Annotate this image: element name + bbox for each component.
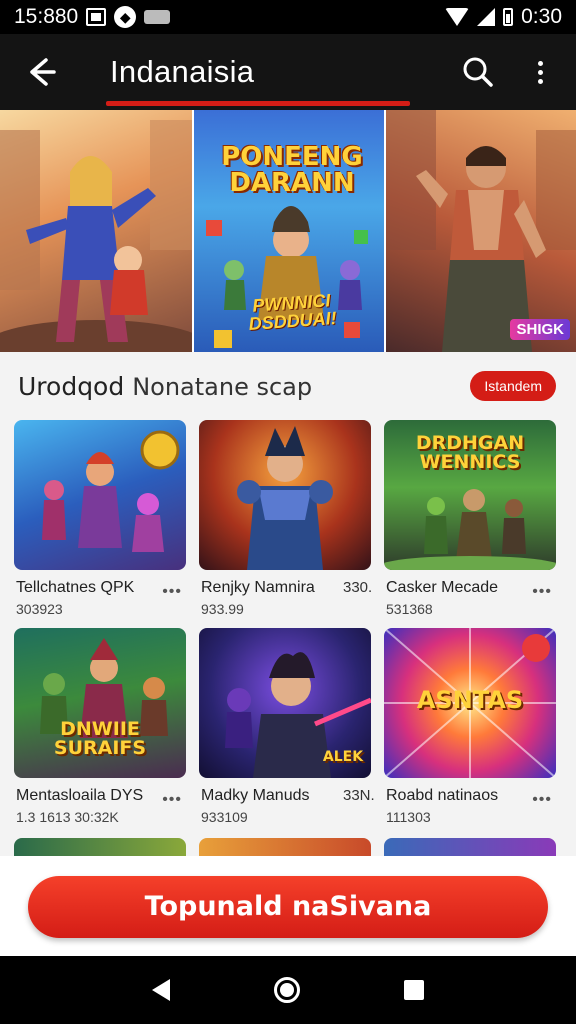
status-right: 0:30 — [445, 5, 562, 29]
game-art — [384, 489, 556, 570]
game-thumbnail[interactable]: ASNTAS — [384, 628, 556, 778]
game-name: Renjky Namnira — [201, 579, 315, 596]
section-title: Urodqod Nonatane scap — [18, 372, 312, 401]
game-count: 330. — [343, 579, 373, 596]
game-name: Casker Mecade — [386, 579, 499, 596]
banner-slide-logo: SHIGK — [510, 319, 570, 340]
game-thumbnail[interactable]: DNWIIE SURAIFS — [14, 628, 186, 778]
status-time-right: 0:30 — [521, 5, 562, 28]
game-grid: Tellchatnes QPK ••• 303923 Renjky Namnir… — [14, 420, 564, 836]
search-icon[interactable] — [458, 52, 498, 92]
status-bar: 15:880 ◆ 0:30 — [0, 0, 576, 34]
signal-icon — [477, 8, 496, 26]
pill-icon — [144, 10, 171, 24]
game-thumbnail-partial[interactable] — [384, 838, 556, 856]
game-card[interactable]: DRDHGAN WENNICS Casker Mecade ••• 531368 — [384, 420, 556, 628]
cta-container: Topunald naSivana — [0, 856, 576, 956]
section-subtitle: Nonatane scap — [132, 372, 313, 401]
section-title-main: Urodqod — [18, 371, 125, 401]
game-name: Roabd natinaos — [386, 787, 499, 804]
game-thumb-title: ASNTAS — [416, 686, 524, 714]
game-thumbnail[interactable]: DRDHGAN WENNICS — [384, 420, 556, 570]
system-nav-bar — [0, 956, 576, 1024]
hero-illustration-1 — [0, 120, 192, 352]
hero-illustration-3 — [386, 110, 576, 352]
active-indicator — [106, 101, 410, 106]
game-thumbnail[interactable]: ALEK — [199, 628, 371, 778]
banner-slide-2[interactable]: PONEENG DARANN PWNNICI DSDDUAI! — [192, 110, 386, 352]
game-thumbnail[interactable] — [14, 420, 186, 570]
more-vert-icon[interactable] — [528, 52, 552, 92]
games-section: Urodqod Nonatane scap Istandem Tellchatn… — [0, 352, 576, 856]
game-name: Madky Manuds — [201, 787, 310, 804]
back-arrow-icon[interactable] — [20, 52, 60, 92]
hero-banner[interactable]: PONEENG DARANN PWNNICI DSDDUAI! SHIGK — [0, 110, 576, 352]
game-meta: 111303 — [386, 809, 431, 825]
wifi-icon — [445, 8, 470, 26]
game-meta: 303923 — [16, 601, 63, 617]
app-title: Indanaisia — [110, 54, 255, 89]
game-name: Tellchatnes QPK — [16, 579, 135, 596]
game-card[interactable]: DNWIIE SURAIFS Mentasloaila DYS ••• 1.3 … — [14, 628, 186, 836]
game-thumb-title: ALEK — [322, 749, 364, 765]
game-thumbnail[interactable] — [199, 420, 371, 570]
image-icon — [86, 8, 107, 26]
nav-home-icon[interactable] — [274, 977, 300, 1003]
banner-slide-title: PONEENG DARANN — [221, 142, 363, 198]
game-thumbnail-partial[interactable] — [14, 838, 186, 856]
nav-back-icon[interactable] — [152, 979, 170, 1001]
game-card[interactable]: Renjky Namnira 330. 933.99 — [199, 420, 373, 628]
see-all-button[interactable]: Istandem — [470, 371, 556, 401]
game-art — [237, 426, 333, 570]
game-meta: 1.3 1613 30:32K — [16, 809, 119, 825]
battery-icon — [503, 8, 514, 26]
game-meta: 933.99 — [201, 601, 244, 617]
banner-slide-1[interactable] — [0, 110, 192, 352]
game-thumb-title: DNWIIE SURAIFS — [53, 718, 147, 759]
more-horiz-icon[interactable]: ••• — [162, 791, 182, 809]
more-horiz-icon[interactable]: ••• — [162, 583, 182, 601]
download-button[interactable]: Topunald naSivana — [28, 876, 548, 938]
nav-recent-icon[interactable] — [404, 980, 424, 1000]
game-name: Mentasloaila DYS — [16, 787, 144, 804]
banner-slide-3[interactable]: SHIGK — [386, 110, 576, 352]
more-horiz-icon[interactable]: ••• — [532, 791, 552, 809]
game-meta: 933109 — [201, 809, 248, 825]
game-card[interactable]: ALEK Madky Manuds 33N. 933109 — [199, 628, 375, 836]
section-header: Urodqod Nonatane scap Istandem — [18, 366, 556, 406]
game-meta: 531368 — [386, 601, 433, 617]
game-card[interactable]: Tellchatnes QPK ••• 303923 — [14, 420, 186, 628]
game-grid-row-partial — [14, 838, 564, 856]
game-art — [42, 430, 180, 552]
status-time-left: 15:880 — [14, 5, 79, 28]
game-count: 33N. — [343, 787, 375, 804]
more-horiz-icon[interactable]: ••• — [532, 583, 552, 601]
game-card[interactable]: ASNTAS Roabd natinaos ••• 111303 — [384, 628, 556, 836]
game-thumbnail-partial[interactable] — [199, 838, 371, 856]
status-left: 15:880 ◆ — [14, 5, 171, 29]
notification-icon: ◆ — [114, 6, 137, 28]
app-bar: Indanaisia — [0, 34, 576, 110]
